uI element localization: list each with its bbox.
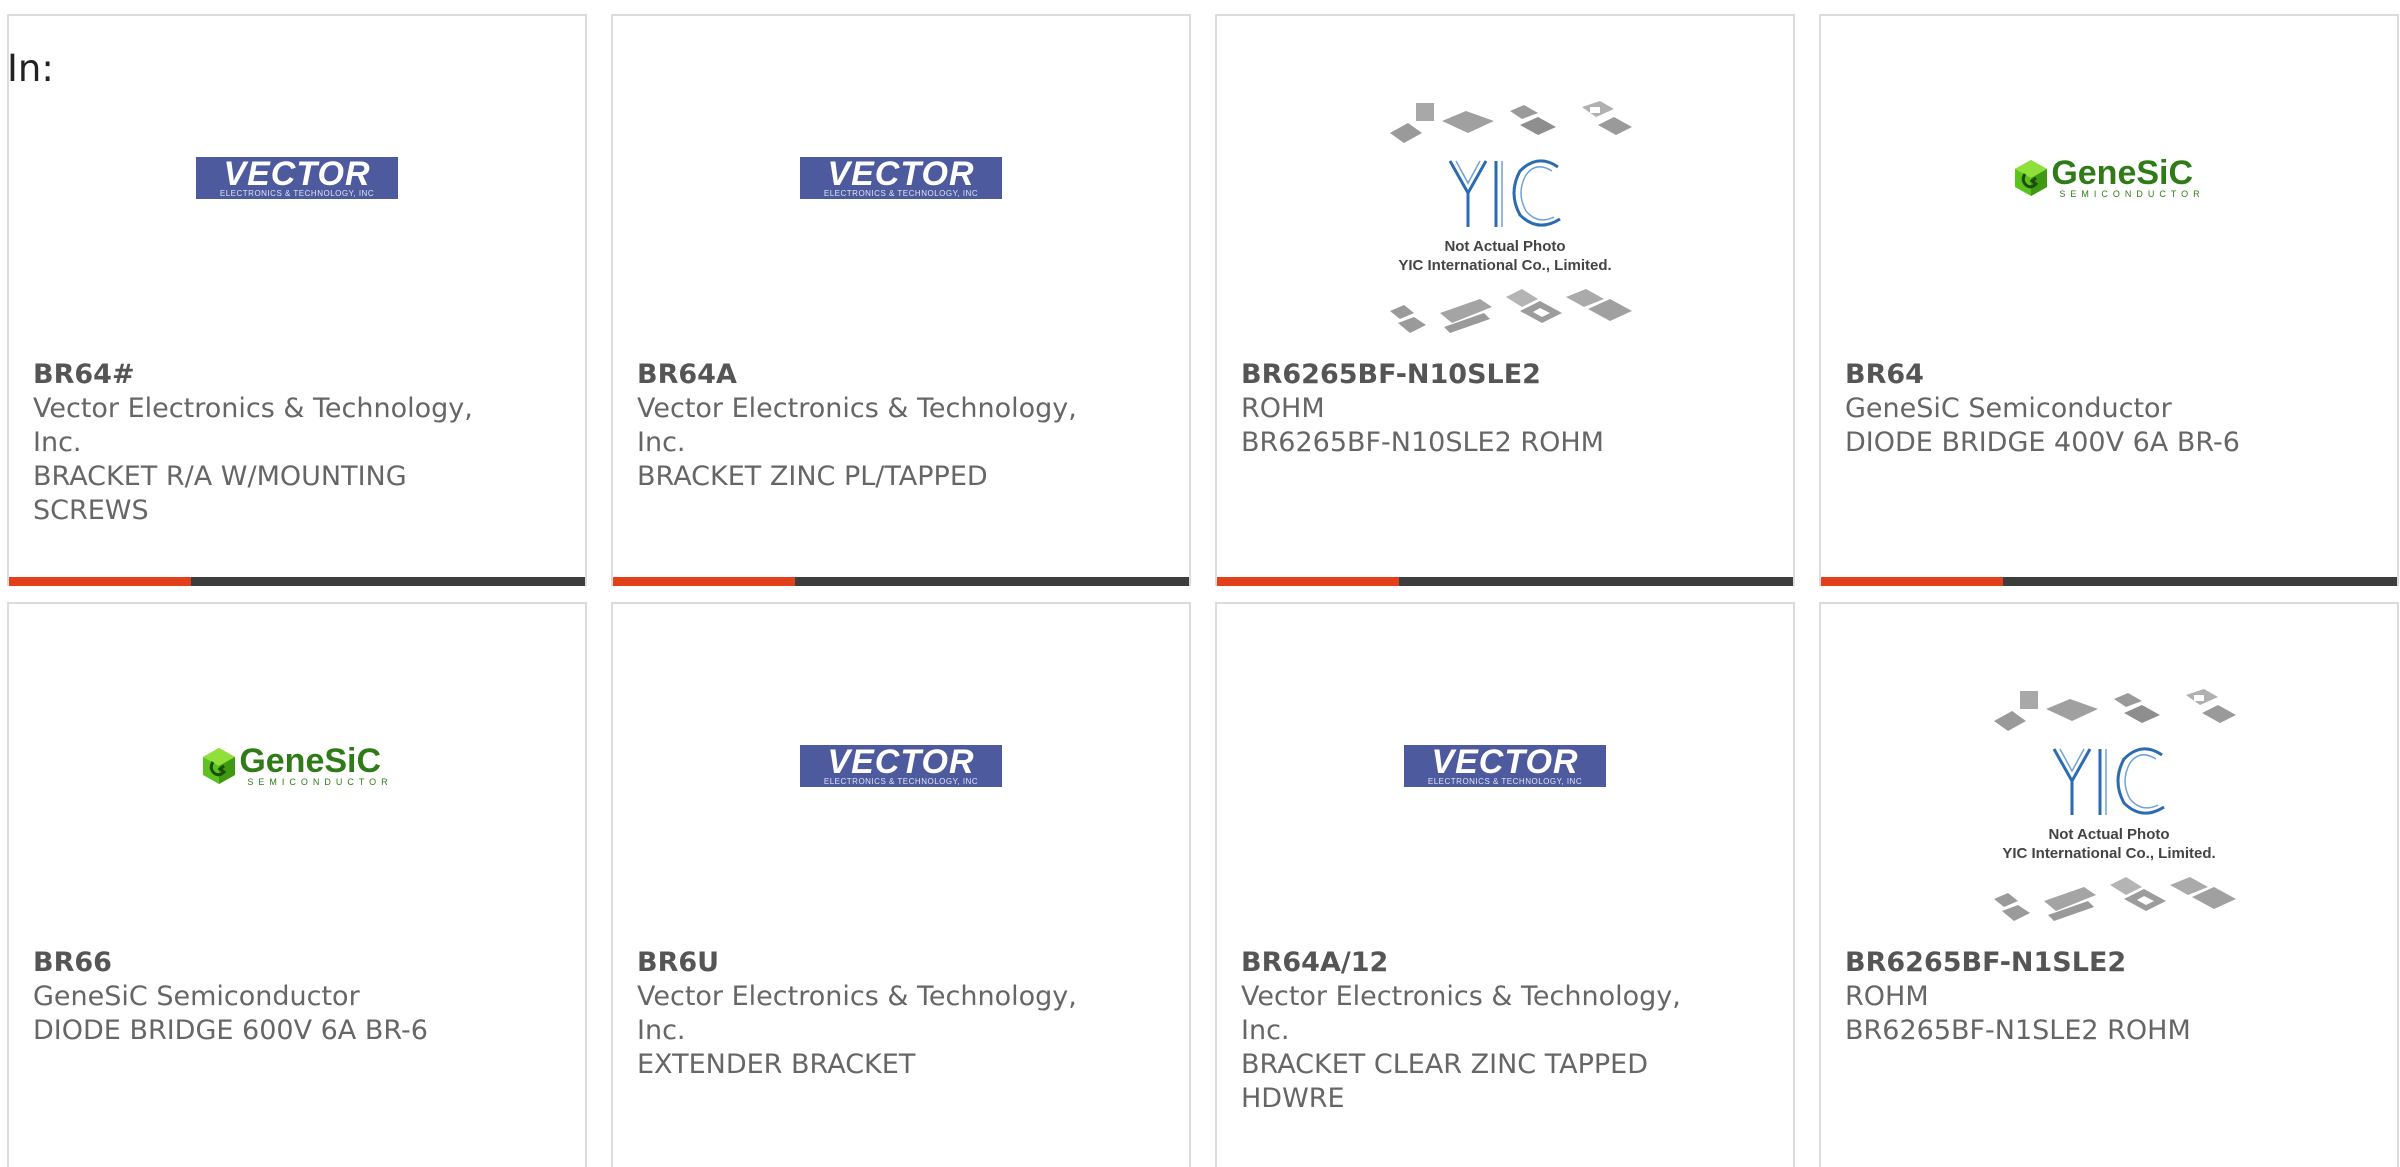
vector-logo: VECTOR ELECTRONICS & TECHNOLOGY, INC <box>196 157 398 199</box>
product-description: BRACKET CLEAR ZINC TAPPED HDWRE <box>1241 1049 1649 1114</box>
product-image[interactable]: GeneSiC SEMICONDUCTOR <box>1821 16 2397 356</box>
card-accent-bar <box>613 577 795 586</box>
product-image[interactable]: VECTOR ELECTRONICS & TECHNOLOGY, INC <box>613 16 1189 356</box>
product-card[interactable]: VECTOR ELECTRONICS & TECHNOLOGY, INC BR6… <box>7 14 587 586</box>
product-description: BR6265BF-N10SLE2 ROHM <box>1241 427 1604 458</box>
product-description: DIODE BRIDGE 400V 6A BR-6 <box>1845 427 2240 458</box>
yic-caption: Not Actual Photo YIC International Co., … <box>1370 237 1640 275</box>
product-info: BR66 GeneSiC Semiconductor DIODE BRIDGE 60… <box>33 946 473 1048</box>
genesic-logo: GeneSiC SEMICONDUCTOR <box>201 742 393 787</box>
chip-packages-icon <box>1994 689 2236 921</box>
product-description: BR6265BF-N1SLE2 ROHM <box>1845 1015 2191 1046</box>
vector-logo-wordmark: VECTOR <box>827 154 975 193</box>
product-image[interactable]: VECTOR ELECTRONICS & TECHNOLOGY, INC <box>9 16 585 356</box>
product-image[interactable]: Not Actual Photo YIC International Co., … <box>1217 16 1793 356</box>
card-bottom-bar <box>1217 577 1793 586</box>
manufacturer-name: Vector Electronics & Technology, Inc. <box>1241 981 1681 1046</box>
product-image[interactable]: Not Actual Photo YIC International Co., … <box>1821 604 2397 944</box>
vector-logo-wordmark: VECTOR <box>827 742 975 781</box>
manufacturer-name: Vector Electronics & Technology, Inc. <box>33 393 473 458</box>
vector-logo-wordmark: VECTOR <box>223 154 371 193</box>
vector-logo-tagline: ELECTRONICS & TECHNOLOGY, INC <box>1427 776 1583 786</box>
genesic-logo-wordmark: GeneSiC <box>2051 154 2194 192</box>
product-info: BR64A Vector Electronics & Technology, In… <box>637 358 1077 494</box>
part-number-link[interactable]: BR64A/12 <box>1241 946 1681 980</box>
manufacturer-name: Vector Electronics & Technology, Inc. <box>637 981 1077 1046</box>
product-image[interactable]: VECTOR ELECTRONICS & TECHNOLOGY, INC <box>613 604 1189 944</box>
yic-caption: Not Actual Photo YIC International Co., … <box>1974 825 2244 863</box>
product-card[interactable]: Not Actual Photo YIC International Co., … <box>1819 602 2399 1167</box>
genesic-cube-icon <box>2015 160 2048 196</box>
product-image[interactable]: GeneSiC SEMICONDUCTOR <box>9 604 585 944</box>
filter-label: In: <box>7 47 54 90</box>
product-info: BR64A/12 Vector Electronics & Technology,… <box>1241 946 1681 1116</box>
product-card[interactable]: Not Actual Photo YIC International Co., … <box>1215 14 1795 586</box>
product-description: DIODE BRIDGE 600V 6A BR-6 <box>33 1015 428 1046</box>
vector-logo: VECTOR ELECTRONICS & TECHNOLOGY, INC <box>800 745 1002 787</box>
yic-caption-line1: Not Actual Photo <box>1444 238 1566 255</box>
card-bottom-bar <box>1821 577 2397 586</box>
part-number-link[interactable]: BR66 <box>33 946 473 980</box>
card-bottom-bar <box>9 577 585 586</box>
product-info: BR6265BF-N10SLE2 ROHM BR6265BF-N10SLE2 ROH… <box>1241 358 1681 460</box>
card-accent-bar <box>9 577 191 586</box>
manufacturer-name: ROHM <box>1845 981 1929 1012</box>
product-info: BR6265BF-N1SLE2 ROHM BR6265BF-N1SLE2 ROHM <box>1845 946 2285 1048</box>
part-number-link[interactable]: BR64A <box>637 358 1077 392</box>
yic-caption-line2: YIC International Co., Limited. <box>2002 845 2216 862</box>
product-description: BRACKET ZINC PL/TAPPED <box>637 461 988 492</box>
vector-logo-tagline: ELECTRONICS & TECHNOLOGY, INC <box>219 188 375 198</box>
product-description: BRACKET R/A W/MOUNTING SCREWS <box>33 461 407 526</box>
part-number-link[interactable]: BR6U <box>637 946 1077 980</box>
product-card[interactable]: GeneSiC SEMICONDUCTOR BR66 GeneSiC Semico… <box>7 602 587 1167</box>
genesic-logo-tagline: SEMICONDUCTOR <box>247 777 393 787</box>
product-grid: VECTOR ELECTRONICS & TECHNOLOGY, INC BR6… <box>7 14 2399 1167</box>
product-info: BR64 GeneSiC Semiconductor DIODE BRIDGE 40… <box>1845 358 2285 460</box>
genesic-logo-tagline: SEMICONDUCTOR <box>2059 189 2205 199</box>
vector-logo-tagline: ELECTRONICS & TECHNOLOGY, INC <box>823 776 979 786</box>
part-number-link[interactable]: BR6265BF-N1SLE2 <box>1845 946 2285 980</box>
card-accent-bar <box>1217 577 1399 586</box>
yic-caption-line2: YIC International Co., Limited. <box>1398 257 1612 274</box>
vector-logo-wordmark: VECTOR <box>1431 742 1579 781</box>
manufacturer-name: GeneSiC Semiconductor <box>1845 393 2172 424</box>
product-card[interactable]: VECTOR ELECTRONICS & TECHNOLOGY, INC BR6… <box>611 602 1191 1167</box>
product-card[interactable]: VECTOR ELECTRONICS & TECHNOLOGY, INC BR6… <box>1215 602 1795 1167</box>
product-info: BR6U Vector Electronics & Technology, Inc… <box>637 946 1077 1082</box>
vector-logo-tagline: ELECTRONICS & TECHNOLOGY, INC <box>823 188 979 198</box>
vector-logo: VECTOR ELECTRONICS & TECHNOLOGY, INC <box>800 157 1002 199</box>
product-description: EXTENDER BRACKET <box>637 1049 916 1080</box>
genesic-logo: GeneSiC SEMICONDUCTOR <box>2013 154 2205 199</box>
manufacturer-name: ROHM <box>1241 393 1325 424</box>
genesic-logo-wordmark: GeneSiC <box>239 742 382 780</box>
yic-placeholder-image: Not Actual Photo YIC International Co., … <box>1974 689 2244 929</box>
part-number-link[interactable]: BR64# <box>33 358 473 392</box>
product-card[interactable]: VECTOR ELECTRONICS & TECHNOLOGY, INC BR6… <box>611 14 1191 586</box>
genesic-cube-icon <box>203 748 236 784</box>
manufacturer-name: GeneSiC Semiconductor <box>33 981 360 1012</box>
vector-logo: VECTOR ELECTRONICS & TECHNOLOGY, INC <box>1404 745 1606 787</box>
part-number-link[interactable]: BR64 <box>1845 358 2285 392</box>
yic-placeholder-image: Not Actual Photo YIC International Co., … <box>1370 101 1640 341</box>
product-card[interactable]: GeneSiC SEMICONDUCTOR BR64 GeneSiC Semico… <box>1819 14 2399 586</box>
product-info: BR64# Vector Electronics & Technology, In… <box>33 358 473 528</box>
part-number-link[interactable]: BR6265BF-N10SLE2 <box>1241 358 1681 392</box>
card-bottom-bar <box>613 577 1189 586</box>
product-image[interactable]: VECTOR ELECTRONICS & TECHNOLOGY, INC <box>1217 604 1793 944</box>
chip-packages-icon <box>1390 101 1632 333</box>
card-accent-bar <box>1821 577 2003 586</box>
search-results-page: In: VECTOR ELECTRONICS & TECHNOLOGY, INC… <box>0 0 2400 1167</box>
manufacturer-name: Vector Electronics & Technology, Inc. <box>637 393 1077 458</box>
yic-caption-line1: Not Actual Photo <box>2048 826 2170 843</box>
